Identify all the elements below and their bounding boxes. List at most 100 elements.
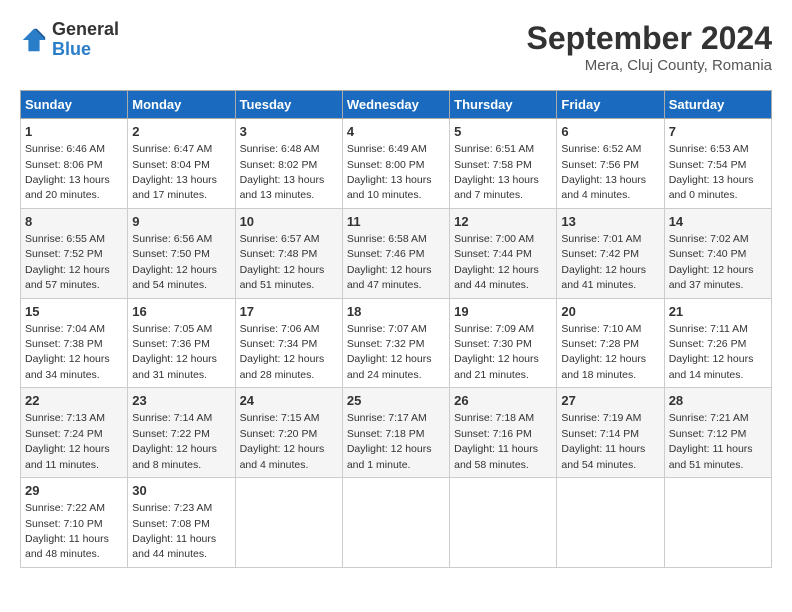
day-info: Sunrise: 6:51 AM Sunset: 7:58 PM Dayligh… <box>454 143 539 201</box>
calendar-cell: 13Sunrise: 7:01 AM Sunset: 7:42 PM Dayli… <box>557 208 664 298</box>
header-cell-friday: Friday <box>557 91 664 119</box>
calendar-cell: 23Sunrise: 7:14 AM Sunset: 7:22 PM Dayli… <box>128 388 235 478</box>
day-number: 2 <box>132 123 230 141</box>
calendar-header: SundayMondayTuesdayWednesdayThursdayFrid… <box>21 91 772 119</box>
day-info: Sunrise: 7:22 AM Sunset: 7:10 PM Dayligh… <box>25 502 109 560</box>
day-number: 12 <box>454 213 552 231</box>
day-number: 8 <box>25 213 123 231</box>
calendar-cell: 6Sunrise: 6:52 AM Sunset: 7:56 PM Daylig… <box>557 119 664 209</box>
calendar-cell: 21 Sunrise: 7:11 AM Sunset: 7:26 PM Dayli… <box>664 298 771 388</box>
day-number: 26 <box>454 392 552 410</box>
day-info: Sunrise: 7:01 AM Sunset: 7:42 PM Dayligh… <box>561 233 646 291</box>
day-number: 10 <box>240 213 338 231</box>
day-number: 6 <box>561 123 659 141</box>
header-cell-sunday: Sunday <box>21 91 128 119</box>
day-number: 16 <box>132 303 230 321</box>
calendar-cell: 15Sunrise: 7:04 AM Sunset: 7:38 PM Dayli… <box>21 298 128 388</box>
day-info: Sunrise: 7:10 AM Sunset: 7:28 PM Dayligh… <box>561 323 646 381</box>
day-number: 4 <box>347 123 445 141</box>
calendar-title: September 2024 <box>527 20 772 57</box>
calendar-cell: 19 Sunrise: 7:09 AM Sunset: 7:30 PM Dayli… <box>450 298 557 388</box>
day-number: 5 <box>454 123 552 141</box>
calendar-cell: 30 Sunrise: 7:23 AM Sunset: 7:08 PM Dayli… <box>128 478 235 568</box>
calendar-cell: 24 Sunrise: 7:15 AM Sunset: 7:20 PM Dayli… <box>235 388 342 478</box>
calendar-cell: 1 Sunrise: 6:46 AM Sunset: 8:06 PM Daylig… <box>21 119 128 209</box>
calendar-week-5: 29 Sunrise: 7:22 AM Sunset: 7:10 PM Dayli… <box>21 478 772 568</box>
calendar-cell: 17 Sunrise: 7:06 AM Sunset: 7:34 PM Dayli… <box>235 298 342 388</box>
day-info: Sunrise: 7:13 AM Sunset: 7:24 PM Dayligh… <box>25 412 110 470</box>
day-info: Sunrise: 7:02 AM Sunset: 7:40 PM Dayligh… <box>669 233 754 291</box>
calendar-subtitle: Mera, Cluj County, Romania <box>527 57 772 74</box>
day-info: Sunrise: 7:07 AM Sunset: 7:32 PM Dayligh… <box>347 323 432 381</box>
calendar-cell: 7Sunrise: 6:53 AM Sunset: 7:54 PM Daylig… <box>664 119 771 209</box>
day-info: Sunrise: 7:09 AM Sunset: 7:30 PM Dayligh… <box>454 323 539 381</box>
calendar-body: 1 Sunrise: 6:46 AM Sunset: 8:06 PM Daylig… <box>21 119 772 568</box>
calendar-cell: 12Sunrise: 7:00 AM Sunset: 7:44 PM Dayli… <box>450 208 557 298</box>
day-info: Sunrise: 7:06 AM Sunset: 7:34 PM Dayligh… <box>240 323 325 381</box>
logo-icon <box>20 26 48 54</box>
calendar-cell: 25Sunrise: 7:17 AM Sunset: 7:18 PM Dayli… <box>342 388 449 478</box>
calendar-cell: 11Sunrise: 6:58 AM Sunset: 7:46 PM Dayli… <box>342 208 449 298</box>
day-number: 22 <box>25 392 123 410</box>
day-info: Sunrise: 6:57 AM Sunset: 7:48 PM Dayligh… <box>240 233 325 291</box>
page-header: General Blue September 2024 Mera, Cluj C… <box>20 20 772 74</box>
calendar-cell: 14 Sunrise: 7:02 AM Sunset: 7:40 PM Dayli… <box>664 208 771 298</box>
calendar-cell: 5 Sunrise: 6:51 AM Sunset: 7:58 PM Daylig… <box>450 119 557 209</box>
calendar-cell <box>235 478 342 568</box>
calendar-cell: 10 Sunrise: 6:57 AM Sunset: 7:48 PM Dayli… <box>235 208 342 298</box>
day-number: 24 <box>240 392 338 410</box>
day-info: Sunrise: 7:11 AM Sunset: 7:26 PM Dayligh… <box>669 323 754 381</box>
day-info: Sunrise: 7:18 AM Sunset: 7:16 PM Dayligh… <box>454 412 538 470</box>
day-info: Sunrise: 7:04 AM Sunset: 7:38 PM Dayligh… <box>25 323 110 381</box>
calendar-table: SundayMondayTuesdayWednesdayThursdayFrid… <box>20 90 772 568</box>
day-number: 30 <box>132 482 230 500</box>
day-number: 19 <box>454 303 552 321</box>
day-info: Sunrise: 7:14 AM Sunset: 7:22 PM Dayligh… <box>132 412 217 470</box>
day-number: 18 <box>347 303 445 321</box>
day-info: Sunrise: 7:17 AM Sunset: 7:18 PM Dayligh… <box>347 412 432 470</box>
day-info: Sunrise: 7:19 AM Sunset: 7:14 PM Dayligh… <box>561 412 645 470</box>
day-number: 14 <box>669 213 767 231</box>
title-block: September 2024 Mera, Cluj County, Romani… <box>527 20 772 74</box>
day-info: Sunrise: 6:56 AM Sunset: 7:50 PM Dayligh… <box>132 233 217 291</box>
day-number: 1 <box>25 123 123 141</box>
header-cell-wednesday: Wednesday <box>342 91 449 119</box>
header-cell-thursday: Thursday <box>450 91 557 119</box>
day-info: Sunrise: 6:58 AM Sunset: 7:46 PM Dayligh… <box>347 233 432 291</box>
day-info: Sunrise: 6:47 AM Sunset: 8:04 PM Dayligh… <box>132 143 217 201</box>
calendar-cell <box>342 478 449 568</box>
calendar-cell: 28 Sunrise: 7:21 AM Sunset: 7:12 PM Dayli… <box>664 388 771 478</box>
calendar-cell: 8 Sunrise: 6:55 AM Sunset: 7:52 PM Daylig… <box>21 208 128 298</box>
calendar-cell <box>664 478 771 568</box>
header-cell-monday: Monday <box>128 91 235 119</box>
header-cell-saturday: Saturday <box>664 91 771 119</box>
day-info: Sunrise: 7:15 AM Sunset: 7:20 PM Dayligh… <box>240 412 325 470</box>
day-info: Sunrise: 6:49 AM Sunset: 8:00 PM Dayligh… <box>347 143 432 201</box>
calendar-week-2: 8 Sunrise: 6:55 AM Sunset: 7:52 PM Daylig… <box>21 208 772 298</box>
calendar-week-3: 15Sunrise: 7:04 AM Sunset: 7:38 PM Dayli… <box>21 298 772 388</box>
day-info: Sunrise: 6:46 AM Sunset: 8:06 PM Dayligh… <box>25 143 110 201</box>
day-number: 21 <box>669 303 767 321</box>
calendar-cell: 18 Sunrise: 7:07 AM Sunset: 7:32 PM Dayli… <box>342 298 449 388</box>
calendar-cell: 16Sunrise: 7:05 AM Sunset: 7:36 PM Dayli… <box>128 298 235 388</box>
day-number: 7 <box>669 123 767 141</box>
calendar-cell: 27Sunrise: 7:19 AM Sunset: 7:14 PM Dayli… <box>557 388 664 478</box>
logo: General Blue <box>20 20 119 60</box>
day-number: 17 <box>240 303 338 321</box>
day-info: Sunrise: 7:21 AM Sunset: 7:12 PM Dayligh… <box>669 412 753 470</box>
day-number: 28 <box>669 392 767 410</box>
day-number: 29 <box>25 482 123 500</box>
calendar-cell: 2 Sunrise: 6:47 AM Sunset: 8:04 PM Daylig… <box>128 119 235 209</box>
calendar-cell: 3Sunrise: 6:48 AM Sunset: 8:02 PM Daylig… <box>235 119 342 209</box>
day-info: Sunrise: 6:55 AM Sunset: 7:52 PM Dayligh… <box>25 233 110 291</box>
day-number: 20 <box>561 303 659 321</box>
calendar-cell: 26 Sunrise: 7:18 AM Sunset: 7:16 PM Dayli… <box>450 388 557 478</box>
calendar-week-4: 22 Sunrise: 7:13 AM Sunset: 7:24 PM Dayli… <box>21 388 772 478</box>
day-number: 9 <box>132 213 230 231</box>
calendar-cell <box>557 478 664 568</box>
calendar-cell: 29 Sunrise: 7:22 AM Sunset: 7:10 PM Dayli… <box>21 478 128 568</box>
day-number: 3 <box>240 123 338 141</box>
calendar-cell: 20 Sunrise: 7:10 AM Sunset: 7:28 PM Dayli… <box>557 298 664 388</box>
day-info: Sunrise: 7:23 AM Sunset: 7:08 PM Dayligh… <box>132 502 216 560</box>
header-cell-tuesday: Tuesday <box>235 91 342 119</box>
